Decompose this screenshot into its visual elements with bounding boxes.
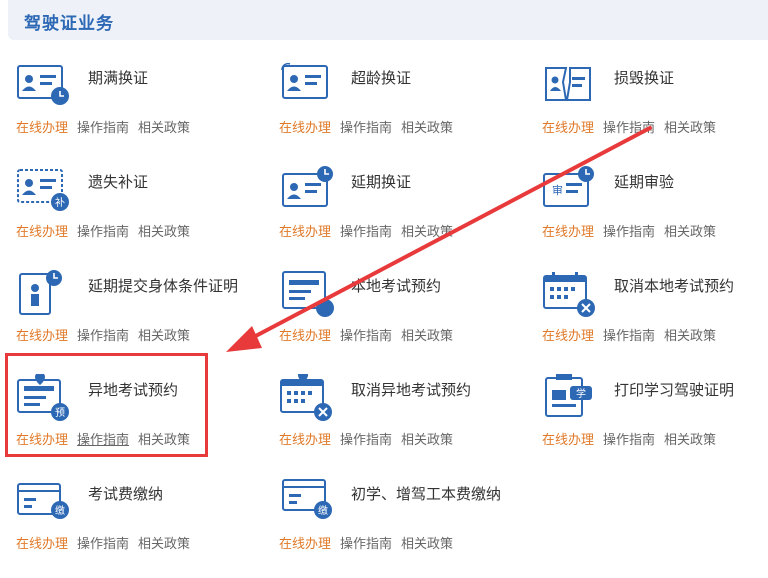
- badge-text: 学: [576, 387, 586, 400]
- service-item-exam-fee[interactable]: 缴 考试费缴纳 在线办理 操作指南 相关政策: [16, 478, 256, 578]
- review-clock-icon: 审: [543, 166, 594, 207]
- local-exam-appointment-icon: [282, 271, 334, 317]
- guide-link[interactable]: 操作指南: [77, 121, 129, 136]
- fee-payment-icon: 缴: [282, 479, 332, 519]
- policy-link[interactable]: 相关政策: [401, 433, 453, 448]
- service-title[interactable]: 本地考试预约: [351, 276, 521, 297]
- service-links: 在线办理 操作指南 相关政策: [279, 325, 462, 344]
- service-title[interactable]: 打印学习驾驶证明: [614, 380, 768, 401]
- policy-link[interactable]: 相关政策: [664, 225, 716, 240]
- service-links: 在线办理 操作指南 相关政策: [279, 221, 462, 240]
- service-links: 在线办理 操作指南 相关政策: [16, 221, 199, 240]
- online-handle-link[interactable]: 在线办理: [542, 329, 594, 344]
- badge-text: 审: [552, 183, 563, 197]
- service-item-cancel-remote-exam[interactable]: 取消异地考试预约 在线办理 操作指南 相关政策: [279, 374, 519, 474]
- exam-fee-payment-icon: 缴: [17, 483, 69, 519]
- id-card-refresh-icon: [281, 62, 328, 99]
- section-title: 驾驶证业务: [24, 14, 114, 34]
- service-item-cancel-local-exam[interactable]: 取消本地考试预约 在线办理 操作指南 相关政策: [542, 270, 768, 370]
- service-item-overage-renewal[interactable]: 超龄换证 在线办理 操作指南 相关政策: [279, 62, 519, 162]
- cancel-calendar-icon: [280, 374, 332, 421]
- guide-link[interactable]: 操作指南: [603, 329, 655, 344]
- service-item-production-fee[interactable]: 缴 初学、增驾工本费缴纳 在线办理 操作指南 相关政策: [279, 478, 519, 578]
- guide-link[interactable]: 操作指南: [77, 537, 129, 552]
- online-handle-link[interactable]: 在线办理: [542, 121, 594, 136]
- guide-link[interactable]: 操作指南: [77, 329, 129, 344]
- online-handle-link[interactable]: 在线办理: [16, 121, 68, 136]
- service-item-print-learning-permit[interactable]: 学 打印学习驾驶证明 在线办理 操作指南 相关政策: [542, 374, 768, 474]
- highlight-box: [5, 353, 208, 457]
- policy-link[interactable]: 相关政策: [138, 121, 190, 136]
- service-title[interactable]: 取消本地考试预约: [614, 276, 768, 297]
- service-title[interactable]: 取消异地考试预约: [351, 380, 521, 401]
- online-handle-link[interactable]: 在线办理: [279, 433, 331, 448]
- service-links: 在线办理 操作指南 相关政策: [279, 117, 462, 136]
- service-links: 在线办理 操作指南 相关政策: [542, 221, 725, 240]
- guide-link[interactable]: 操作指南: [340, 433, 392, 448]
- service-links: 在线办理 操作指南 相关政策: [279, 429, 462, 448]
- online-handle-link[interactable]: 在线办理: [279, 225, 331, 240]
- damaged-card-icon: [545, 67, 591, 101]
- id-card-clock-icon: [282, 166, 333, 207]
- service-title[interactable]: 初学、增驾工本费缴纳: [351, 484, 521, 505]
- policy-link[interactable]: 相关政策: [138, 329, 190, 344]
- service-item-deferred-review[interactable]: 审 延期审验 在线办理 操作指南 相关政策: [542, 166, 768, 266]
- policy-link[interactable]: 相关政策: [138, 225, 190, 240]
- service-links: 在线办理 操作指南 相关政策: [16, 325, 199, 344]
- id-card-clock-icon: [17, 65, 69, 105]
- policy-link[interactable]: 相关政策: [138, 537, 190, 552]
- badge-text: 缴: [318, 504, 328, 517]
- cancel-calendar-icon: [543, 272, 595, 317]
- guide-link[interactable]: 操作指南: [603, 225, 655, 240]
- service-item-deferred-renewal[interactable]: 延期换证 在线办理 操作指南 相关政策: [279, 166, 519, 266]
- policy-link[interactable]: 相关政策: [401, 537, 453, 552]
- guide-link[interactable]: 操作指南: [603, 121, 655, 136]
- section-header: 驾驶证业务: [8, 0, 768, 40]
- online-handle-link[interactable]: 在线办理: [16, 329, 68, 344]
- guide-link[interactable]: 操作指南: [340, 121, 392, 136]
- service-title[interactable]: 超龄换证: [351, 68, 521, 89]
- guide-link[interactable]: 操作指南: [340, 225, 392, 240]
- service-item-lost-supplement[interactable]: 补 遗失补证 在线办理 操作指南 相关政策: [16, 166, 256, 266]
- service-title[interactable]: 考试费缴纳: [88, 484, 258, 505]
- badge-text: 缴: [55, 504, 65, 517]
- lost-card-supplement-icon: 补: [17, 169, 69, 211]
- guide-link[interactable]: 操作指南: [77, 225, 129, 240]
- guide-link[interactable]: 操作指南: [340, 537, 392, 552]
- service-title[interactable]: 延期提交身体条件证明: [88, 276, 258, 297]
- policy-link[interactable]: 相关政策: [664, 329, 716, 344]
- service-title[interactable]: 期满换证: [88, 68, 258, 89]
- service-links: 在线办理 操作指南 相关政策: [279, 533, 462, 552]
- policy-link[interactable]: 相关政策: [401, 225, 453, 240]
- policy-link[interactable]: 相关政策: [401, 329, 453, 344]
- online-handle-link[interactable]: 在线办理: [542, 225, 594, 240]
- online-handle-link[interactable]: 在线办理: [16, 537, 68, 552]
- health-certificate-icon: [19, 270, 62, 315]
- policy-link[interactable]: 相关政策: [664, 433, 716, 448]
- service-links: 在线办理 操作指南 相关政策: [16, 533, 199, 552]
- online-handle-link[interactable]: 在线办理: [279, 537, 331, 552]
- online-handle-link[interactable]: 在线办理: [16, 225, 68, 240]
- service-links: 在线办理 操作指南 相关政策: [542, 429, 725, 448]
- service-item-damaged-renewal[interactable]: 损毁换证 在线办理 操作指南 相关政策: [542, 62, 768, 162]
- guide-link[interactable]: 操作指南: [340, 329, 392, 344]
- policy-link[interactable]: 相关政策: [401, 121, 453, 136]
- print-learning-permit-icon: 学: [545, 374, 592, 417]
- service-title[interactable]: 延期审验: [614, 172, 768, 193]
- badge-text: 补: [55, 196, 65, 209]
- service-links: 在线办理 操作指南 相关政策: [542, 325, 725, 344]
- service-item-local-exam-appointment[interactable]: 本地考试预约 在线办理 操作指南 相关政策: [279, 270, 519, 370]
- service-links: 在线办理 操作指南 相关政策: [16, 117, 199, 136]
- guide-link[interactable]: 操作指南: [603, 433, 655, 448]
- online-handle-link[interactable]: 在线办理: [279, 121, 331, 136]
- online-handle-link[interactable]: 在线办理: [279, 329, 331, 344]
- policy-link[interactable]: 相关政策: [664, 121, 716, 136]
- online-handle-link[interactable]: 在线办理: [542, 433, 594, 448]
- service-links: 在线办理 操作指南 相关政策: [542, 117, 725, 136]
- service-title[interactable]: 遗失补证: [88, 172, 258, 193]
- service-item-expiry-renewal[interactable]: 期满换证 在线办理 操作指南 相关政策: [16, 62, 256, 162]
- service-title[interactable]: 延期换证: [351, 172, 521, 193]
- service-title[interactable]: 损毁换证: [614, 68, 768, 89]
